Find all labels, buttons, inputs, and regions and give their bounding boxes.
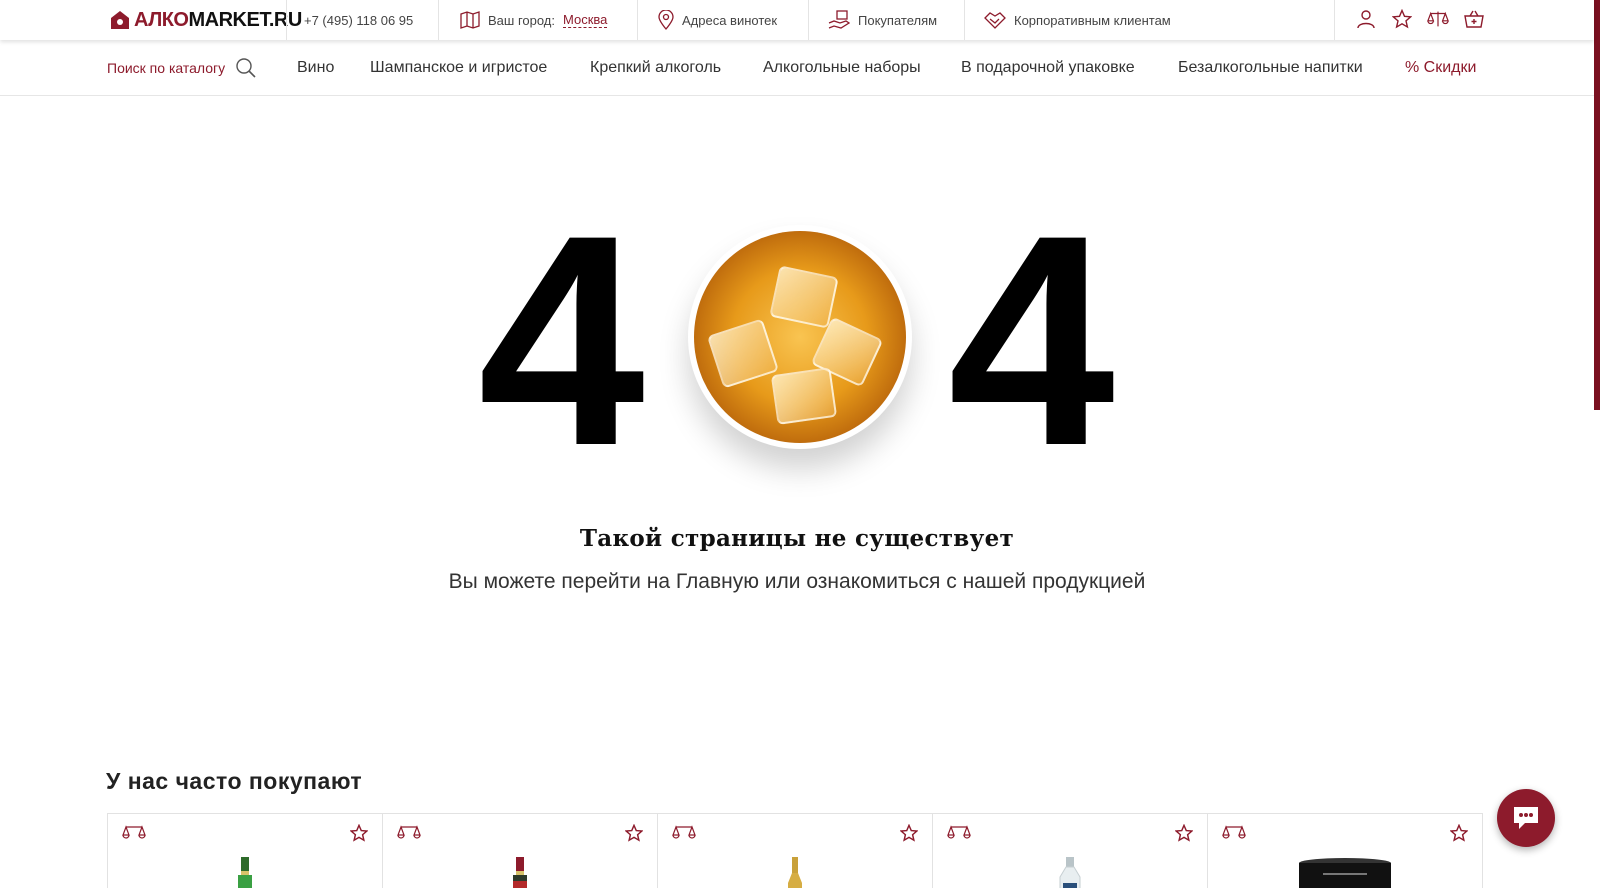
city-label: Ваш город:: [488, 12, 555, 28]
nav-item-non-alcoholic[interactable]: Безалкогольные напитки: [1178, 40, 1363, 96]
whisky-glass-image: [688, 225, 912, 449]
customers-link[interactable]: Покупателям: [828, 0, 937, 40]
nav-item-champagne[interactable]: Шампанское и игристое: [370, 40, 547, 96]
phone-number: +7 (495) 118 06 95: [304, 12, 414, 28]
logo-suffix: MARKET.RU: [188, 8, 302, 31]
city-selector[interactable]: Ваш город: Москва: [460, 0, 608, 40]
error-title: Такой страницы не существует: [579, 525, 1015, 552]
basket-icon[interactable]: [1463, 8, 1485, 30]
handshake-icon: [984, 12, 1006, 29]
nav-item-wine[interactable]: Вино: [297, 40, 334, 96]
product-card[interactable]: [932, 813, 1208, 888]
divider: [964, 0, 965, 40]
location-pin-icon: [658, 10, 674, 30]
map-icon: [460, 11, 480, 29]
header-actions: [1355, 8, 1485, 30]
user-icon[interactable]: [1355, 8, 1377, 30]
star-icon[interactable]: [1175, 824, 1193, 842]
error-subtitle: Вы можете перейти на Главную или ознаком…: [448, 570, 1146, 593]
search-label: Поиск по каталогу: [107, 60, 226, 76]
product-card[interactable]: [657, 813, 933, 888]
star-icon[interactable]: [625, 824, 643, 842]
customers-label: Покупателям: [858, 12, 938, 28]
nav-item-spirits[interactable]: Крепкий алкоголь: [590, 40, 721, 96]
error-digit-left: 4: [478, 172, 645, 508]
star-icon[interactable]: [350, 824, 368, 842]
black-tube-image: [1299, 858, 1391, 888]
compare-icon[interactable]: [672, 824, 696, 842]
hand-box-icon: [828, 10, 850, 29]
addresses-link[interactable]: Адреса винотек: [658, 0, 777, 40]
nav-item-gift-sets[interactable]: Алкогольные наборы: [763, 40, 921, 96]
star-icon[interactable]: [900, 824, 918, 842]
compare-icon[interactable]: [947, 824, 971, 842]
divider: [808, 0, 809, 40]
nav-item-gift-box[interactable]: В подарочной упаковке: [961, 40, 1135, 96]
star-icon[interactable]: [1391, 8, 1413, 30]
phone-link[interactable]: +7 (495) 118 06 95: [304, 0, 413, 40]
divider: [1334, 0, 1335, 40]
popular-title: У нас часто покупают: [106, 768, 363, 794]
search-icon: [236, 58, 256, 78]
product-card[interactable]: [1207, 813, 1483, 888]
corporate-link[interactable]: Корпоративным клиентам: [984, 0, 1171, 40]
nav-item-sale[interactable]: % Скидки: [1405, 40, 1476, 96]
city-value[interactable]: Москва: [563, 12, 608, 28]
catalog-search[interactable]: Поиск по каталогу: [107, 40, 257, 96]
compare-icon[interactable]: [122, 824, 146, 842]
product-card[interactable]: [107, 813, 383, 888]
divider: [286, 0, 287, 40]
star-icon[interactable]: [1450, 824, 1468, 842]
product-card[interactable]: [382, 813, 658, 888]
addresses-label: Адреса винотек: [682, 12, 778, 28]
divider: [637, 0, 638, 40]
catalog-nav: Поиск по каталогу Вино Шампанское и игри…: [0, 40, 1594, 96]
scrollbar-accent[interactable]: [1594, 0, 1600, 410]
green-bottle-image: [238, 857, 252, 888]
logo-prefix: АЛКО: [134, 8, 189, 31]
divider: [438, 0, 439, 40]
chat-icon: [1514, 807, 1538, 829]
compare-icon[interactable]: [397, 824, 421, 842]
red-label-bottle-image: [513, 857, 527, 888]
compare-icon[interactable]: [1222, 824, 1246, 842]
top-bar: АЛКОMARKET.RU +7 (495) 118 06 95 Ваш гор…: [0, 0, 1594, 40]
product-cards: [107, 813, 1483, 888]
chat-button[interactable]: [1497, 789, 1555, 847]
gold-bottle-image: [788, 857, 802, 888]
corporate-label: Корпоративным клиентам: [1014, 12, 1171, 28]
compare-icon[interactable]: [1427, 8, 1449, 30]
clear-bottle-image: [1059, 857, 1081, 888]
logo-icon: [111, 11, 129, 29]
error-digit-right: 4: [948, 172, 1115, 508]
logo[interactable]: АЛКОMARKET.RU: [110, 7, 302, 33]
